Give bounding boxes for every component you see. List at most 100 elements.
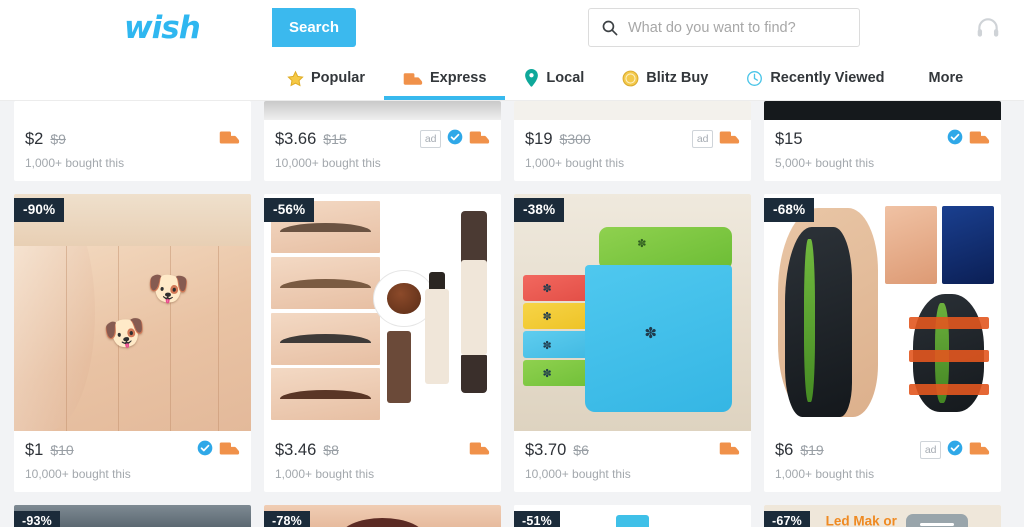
price: $19 [525,129,553,148]
tab-popular[interactable]: Popular [268,56,384,100]
tab-more[interactable]: More [910,56,964,100]
product-image[interactable]: -78% [264,505,501,527]
image-sliver [264,101,501,120]
product-card[interactable]: -93% [14,505,251,527]
bought-count: 10,000+ bought this [525,467,631,481]
original-price: $10 [50,442,74,458]
product-card[interactable]: -51% [514,505,751,527]
badge-group: ad [920,440,990,461]
product-row-bottom: -93% -78% -51% Led Mak or -67% [0,505,1024,527]
tab-recently-viewed[interactable]: Recently Viewed [727,56,903,100]
badge-group [469,441,490,460]
product-card[interactable]: -68% $6 $19 ad 1,000+ bought this [764,194,1001,492]
product-image[interactable]: Led Mak or -67% [764,505,1001,527]
image-sliver [764,101,1001,120]
original-price: $6 [573,442,589,458]
product-row-top: $2 $9 1,000+ bought this $3.66 $15 ad 10… [0,101,1024,181]
tab-label: Local [546,70,585,86]
discount-badge: -67% [764,511,810,527]
product-card[interactable]: $19 $300 ad 1,000+ bought this [514,101,751,181]
product-card[interactable]: -56% $3.46 $8 1,000+ bought this [264,194,501,492]
price: $3.70 [525,440,567,459]
badge-group [197,440,240,461]
product-card[interactable]: ✽ ✽ ✽ ✽ ✽ ✽ -38% $3.70 $6 10,000+ bought… [514,194,751,492]
badge-group: ad [692,130,740,149]
product-card[interactable]: $3.66 $15 ad 10,000+ bought this [264,101,501,181]
headset-icon[interactable] [974,14,1002,42]
product-info: $2 $9 1,000+ bought this [14,120,251,181]
product-feed: $2 $9 1,000+ bought this $3.66 $15 ad 10… [0,101,1024,527]
verified-check-icon [197,440,213,461]
express-truck-icon [469,130,490,149]
tab-express[interactable]: Express [383,56,506,100]
mirror-object [906,513,968,527]
product-image[interactable]: -93% [14,505,251,527]
product-info: $6 $19 ad 1,000+ bought this [764,431,1001,492]
star-icon [287,70,304,87]
chihuahua-earrings-image: 🐶 🐶 [14,194,251,431]
tab-label: Recently Viewed [770,70,885,86]
clock-icon [746,70,763,87]
promo-text: Led Mak or [825,513,897,527]
discount-badge: -56% [264,198,315,222]
search-button[interactable]: Search [272,8,356,47]
original-price: $300 [559,131,591,147]
map-pin-icon [524,69,539,87]
product-card[interactable]: Led Mak or -67% [764,505,1001,527]
image-sliver [14,101,251,120]
tab-label: Blitz Buy [646,70,709,86]
product-image[interactable]: -51% [514,505,751,527]
eyebrow-pen-image [264,194,501,431]
wish-logo[interactable]: wish [124,12,201,44]
express-truck-icon [469,441,490,460]
bought-count: 1,000+ bought this [275,467,375,481]
product-image[interactable]: 🐶 🐶 -90% [14,194,251,431]
product-card[interactable]: $15 5,000+ bought this [764,101,1001,181]
discount-badge: -38% [514,198,565,222]
badge-group [219,130,240,149]
badge-group: ad [420,129,490,150]
product-card[interactable]: -78% [264,505,501,527]
price: $1 [25,440,44,459]
product-image[interactable]: ✽ ✽ ✽ ✽ ✽ ✽ -38% [514,194,751,431]
bought-count: 5,000+ bought this [775,156,875,170]
cat-towels-image: ✽ ✽ ✽ ✽ ✽ ✽ [514,194,751,431]
badge-group [947,129,990,150]
product-info: $1 $10 10,000+ bought this [14,431,251,492]
product-card[interactable]: $2 $9 1,000+ bought this [14,101,251,181]
search-input[interactable] [628,19,859,36]
ad-badge: ad [692,130,713,148]
verified-check-icon [947,129,963,150]
original-price: $8 [323,442,339,458]
leg-sleeve-image [764,194,1001,431]
bought-count: 10,000+ bought this [25,467,131,481]
tab-blitz-buy[interactable]: Blitz Buy [603,56,727,100]
category-tabs: Popular Express Local Blitz Buy Recently… [0,56,1024,101]
verified-check-icon [947,440,963,461]
tab-local[interactable]: Local [505,56,603,100]
bought-count: 1,000+ bought this [25,156,125,170]
price: $3.66 [275,129,317,148]
tab-label: Popular [311,70,365,86]
bought-count: 10,000+ bought this [275,156,381,170]
product-info: $19 $300 ad 1,000+ bought this [514,120,751,181]
product-row-main: 🐶 🐶 -90% $1 $10 10,000+ bought this -56%… [0,194,1024,492]
search-bar[interactable] [588,8,860,47]
express-truck-icon [219,441,240,460]
price: $6 [775,440,794,459]
product-info: $15 5,000+ bought this [764,120,1001,181]
price: $2 [25,129,44,148]
original-price: $15 [323,131,347,147]
ad-badge: ad [420,130,441,148]
product-image[interactable]: -68% [764,194,1001,431]
image-sliver [514,101,751,120]
product-card[interactable]: 🐶 🐶 -90% $1 $10 10,000+ bought this [14,194,251,492]
bought-count: 1,000+ bought this [525,156,625,170]
verified-check-icon [447,129,463,150]
discount-badge: -93% [14,511,60,527]
tab-label: More [928,70,964,86]
original-price: $19 [800,442,824,458]
badge-group [719,441,740,460]
product-image[interactable]: -56% [264,194,501,431]
express-truck-icon [719,130,740,149]
